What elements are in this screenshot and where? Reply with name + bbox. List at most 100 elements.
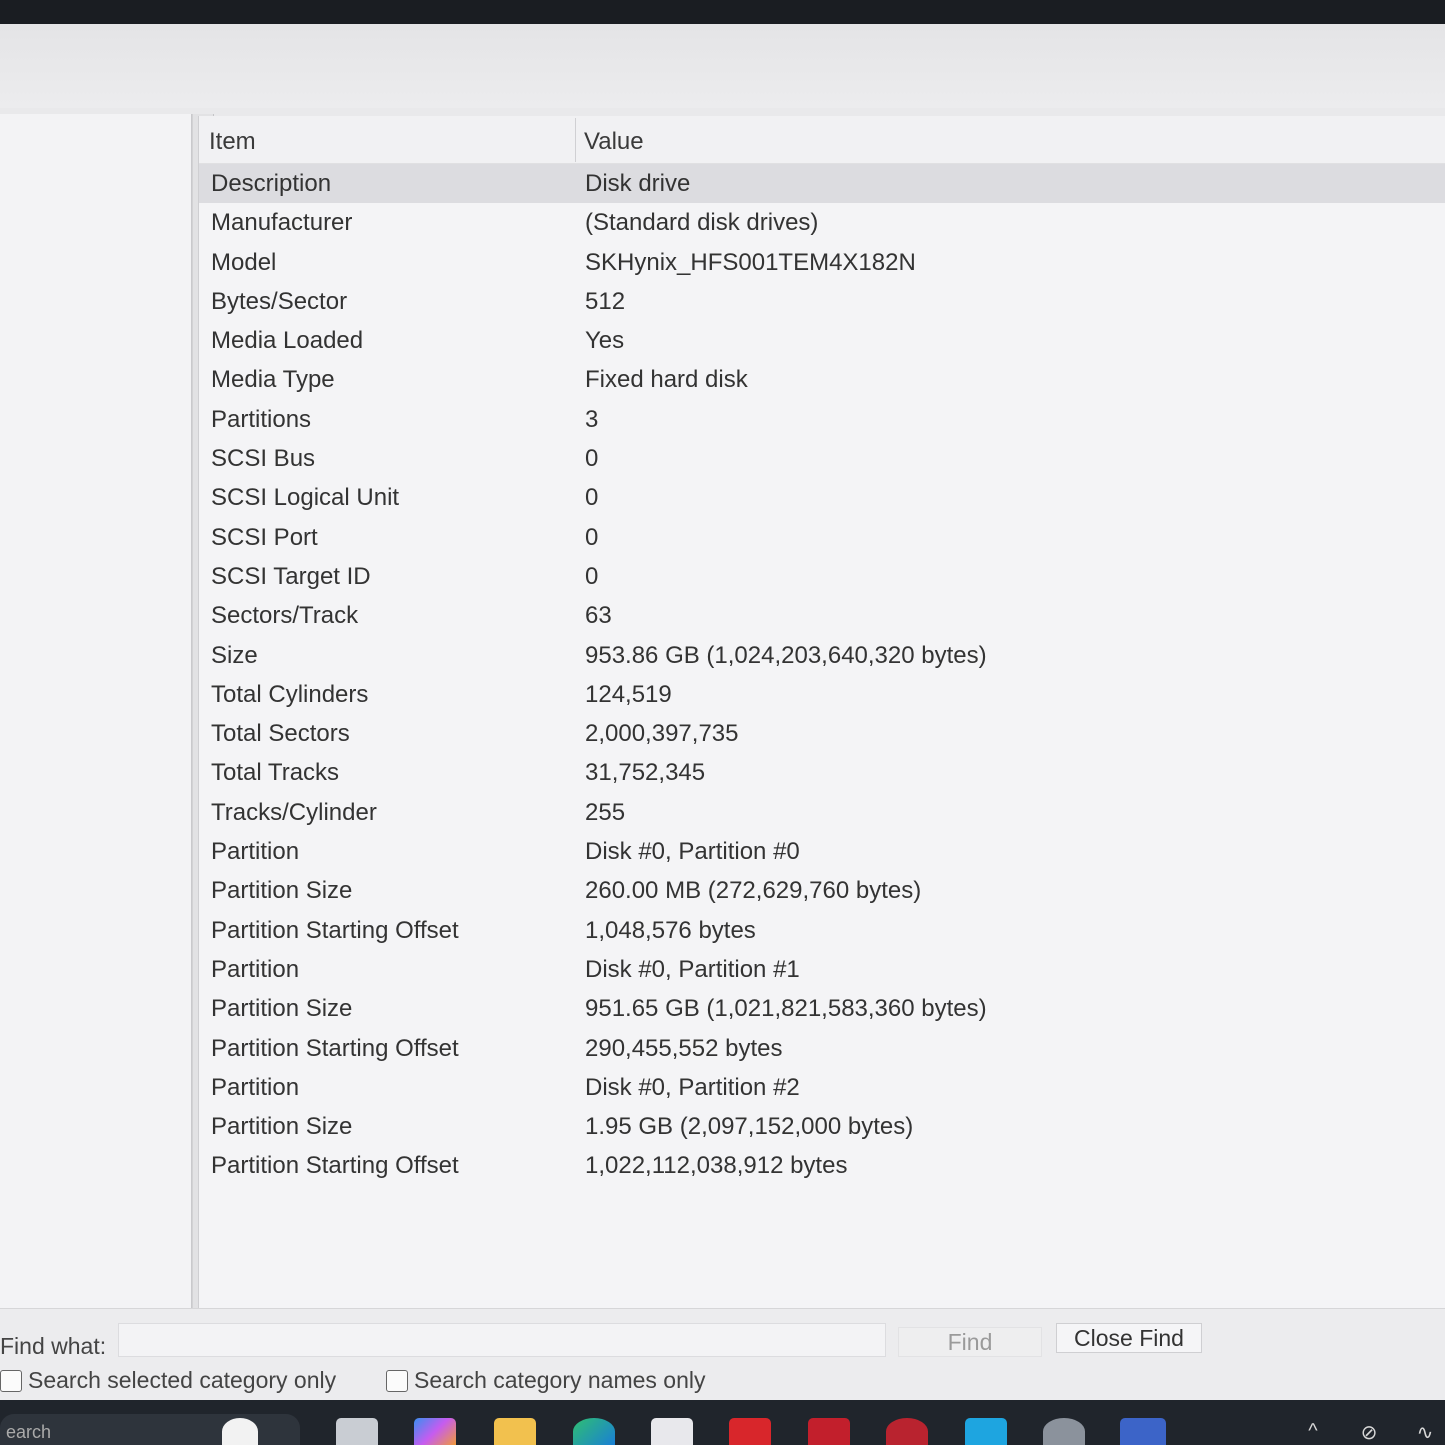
table-row[interactable]: Total Tracks 31,752,345 bbox=[199, 753, 1445, 792]
find-what-input[interactable] bbox=[118, 1323, 886, 1357]
table-row[interactable]: Partition Disk #0, Partition #0 bbox=[199, 832, 1445, 871]
row-value: Disk drive bbox=[585, 170, 691, 197]
row-value: 0 bbox=[585, 484, 599, 512]
search-category-names-label: Search category names only bbox=[414, 1367, 706, 1393]
system-information-icon[interactable] bbox=[1120, 1418, 1166, 1445]
table-row[interactable]: Total Sectors 2,000,397,735 bbox=[199, 714, 1445, 753]
category-tree-pane[interactable] bbox=[0, 114, 192, 1308]
row-item: Partition bbox=[211, 1073, 300, 1101]
row-value: Disk #0, Partition #2 bbox=[585, 1073, 800, 1101]
row-value: Disk #0, Partition #1 bbox=[585, 955, 800, 983]
row-value: 1.95 GB (2,097,152,000 bytes) bbox=[585, 1113, 914, 1141]
find-button[interactable]: Find bbox=[898, 1327, 1042, 1357]
table-row[interactable]: Description Disk drive bbox=[199, 164, 1445, 204]
row-item: Total Tracks bbox=[211, 759, 340, 787]
search-category-names-checkbox[interactable] bbox=[386, 1369, 408, 1392]
row-value: 2,000,397,735 bbox=[585, 720, 739, 748]
row-item: Partition bbox=[211, 838, 300, 866]
row-item: SCSI Logical Unit bbox=[211, 484, 400, 512]
search-selected-category-label: Search selected category only bbox=[28, 1367, 337, 1393]
table-row[interactable]: Size 953.86 GB (1,024,203,640,320 bytes) bbox=[199, 636, 1445, 675]
table-row[interactable]: Partition Size 260.00 MB (272,629,760 byt… bbox=[199, 871, 1445, 910]
find-bar: Find what: Find Close Find Search select… bbox=[0, 1308, 1445, 1400]
table-row[interactable]: Media Type Fixed hard disk bbox=[199, 360, 1445, 399]
edge-icon[interactable] bbox=[573, 1418, 615, 1445]
column-header-item[interactable]: Item bbox=[209, 128, 256, 156]
row-item: Total Sectors bbox=[211, 720, 350, 748]
table-row[interactable]: Partition Size 1.95 GB (2,097,152,000 byt… bbox=[199, 1107, 1445, 1146]
table-row[interactable]: Partition Starting Offset 1,048,576 bytes bbox=[199, 911, 1445, 950]
table-row[interactable]: Media Loaded Yes bbox=[199, 321, 1445, 360]
row-item: SCSI Port bbox=[211, 523, 318, 551]
row-value: 124,519 bbox=[585, 680, 672, 708]
column-header-value[interactable]: Value bbox=[584, 128, 644, 156]
row-item: Size bbox=[211, 641, 258, 669]
row-value: 512 bbox=[585, 287, 626, 315]
menu-area bbox=[0, 24, 1445, 108]
table-row[interactable]: Sectors/Track 63 bbox=[199, 596, 1445, 635]
search-selected-category-option[interactable]: Search selected category only bbox=[0, 1367, 336, 1394]
settings-icon[interactable] bbox=[1043, 1418, 1085, 1445]
shopping-bag-icon[interactable] bbox=[886, 1418, 928, 1445]
table-row[interactable]: Partition Disk #0, Partition #1 bbox=[199, 950, 1445, 989]
row-value: 260.00 MB (272,629,760 bytes) bbox=[585, 877, 922, 905]
search-category-names-option[interactable]: Search category names only bbox=[386, 1367, 706, 1394]
row-value: 63 bbox=[585, 602, 612, 630]
table-row[interactable]: Manufacturer (Standard disk drives) bbox=[199, 203, 1445, 242]
table-row[interactable]: Model SKHynix_HFS001TEM4X182N bbox=[199, 243, 1445, 282]
network-off-icon[interactable]: ⊘ bbox=[1356, 1420, 1382, 1444]
close-find-button[interactable]: Close Find bbox=[1056, 1323, 1202, 1353]
row-value: 31,752,345 bbox=[585, 759, 706, 787]
table-row[interactable]: Tracks/Cylinder 255 bbox=[199, 793, 1445, 832]
table-row[interactable]: Partitions 3 bbox=[199, 400, 1445, 439]
row-value: 1,048,576 bytes bbox=[585, 916, 756, 944]
search-selected-category-checkbox[interactable] bbox=[0, 1369, 22, 1392]
row-item: Partitions bbox=[211, 405, 312, 433]
taskbar: earch ^ ⊘ ∿ bbox=[0, 1400, 1445, 1445]
table-row[interactable]: SCSI Target ID 0 bbox=[199, 557, 1445, 596]
row-item: Media Type bbox=[211, 366, 335, 394]
row-item: Model bbox=[211, 248, 277, 276]
office-icon[interactable] bbox=[729, 1418, 771, 1445]
row-value: (Standard disk drives) bbox=[585, 209, 819, 237]
row-item: Media Loaded bbox=[211, 327, 364, 355]
table-row[interactable]: SCSI Bus 0 bbox=[199, 439, 1445, 478]
table-row[interactable]: SCSI Port 0 bbox=[199, 518, 1445, 557]
row-value: Yes bbox=[585, 327, 625, 355]
table-row[interactable]: Partition Starting Offset 290,455,552 byt… bbox=[199, 1029, 1445, 1068]
table-row[interactable]: Bytes/Sector 512 bbox=[199, 282, 1445, 321]
row-item: SCSI Target ID bbox=[211, 562, 371, 590]
row-item: Partition Starting Offset bbox=[211, 916, 459, 944]
wifi-icon[interactable]: ∿ bbox=[1412, 1420, 1438, 1444]
row-item: Partition Starting Offset bbox=[211, 1034, 459, 1062]
row-item: Total Cylinders bbox=[211, 680, 369, 708]
row-value: 290,455,552 bytes bbox=[585, 1034, 783, 1062]
find-what-label: Find what: bbox=[0, 1333, 107, 1359]
file-explorer-icon[interactable] bbox=[494, 1418, 536, 1445]
table-row[interactable]: Partition Size 951.65 GB (1,021,821,583,3… bbox=[199, 989, 1445, 1028]
store-icon[interactable] bbox=[651, 1418, 693, 1445]
column-header: Item Value bbox=[199, 116, 1445, 164]
table-row[interactable]: Partition Disk #0, Partition #2 bbox=[199, 1068, 1445, 1107]
mcafee-icon[interactable] bbox=[808, 1418, 850, 1445]
row-value: 951.65 GB (1,021,821,583,360 bytes) bbox=[585, 995, 987, 1023]
soccer-ball-icon[interactable] bbox=[222, 1418, 258, 1445]
row-value: Fixed hard disk bbox=[585, 366, 748, 394]
row-value: 953.86 GB (1,024,203,640,320 bytes) bbox=[585, 641, 987, 669]
row-item: Partition Size bbox=[211, 995, 353, 1023]
row-item: Partition bbox=[211, 955, 300, 983]
row-value: 0 bbox=[585, 523, 599, 551]
table-row[interactable]: Partition Starting Offset 1,022,112,038,9… bbox=[199, 1146, 1445, 1185]
app-icon[interactable] bbox=[336, 1418, 378, 1445]
screen-bezel bbox=[0, 0, 1445, 24]
system-information-window: Item Value Description Disk drive Manufact… bbox=[0, 24, 1445, 1400]
photos-icon[interactable] bbox=[965, 1418, 1007, 1445]
row-value: 1,022,112,038,912 bytes bbox=[585, 1152, 848, 1180]
copilot-icon[interactable] bbox=[414, 1418, 456, 1445]
column-divider[interactable] bbox=[575, 118, 576, 162]
chevron-up-icon[interactable]: ^ bbox=[1300, 1420, 1326, 1444]
table-row[interactable]: SCSI Logical Unit 0 bbox=[199, 478, 1445, 517]
row-item: Partition Size bbox=[211, 1113, 353, 1141]
row-item: Tracks/Cylinder bbox=[211, 798, 377, 826]
table-row[interactable]: Total Cylinders 124,519 bbox=[199, 675, 1445, 714]
